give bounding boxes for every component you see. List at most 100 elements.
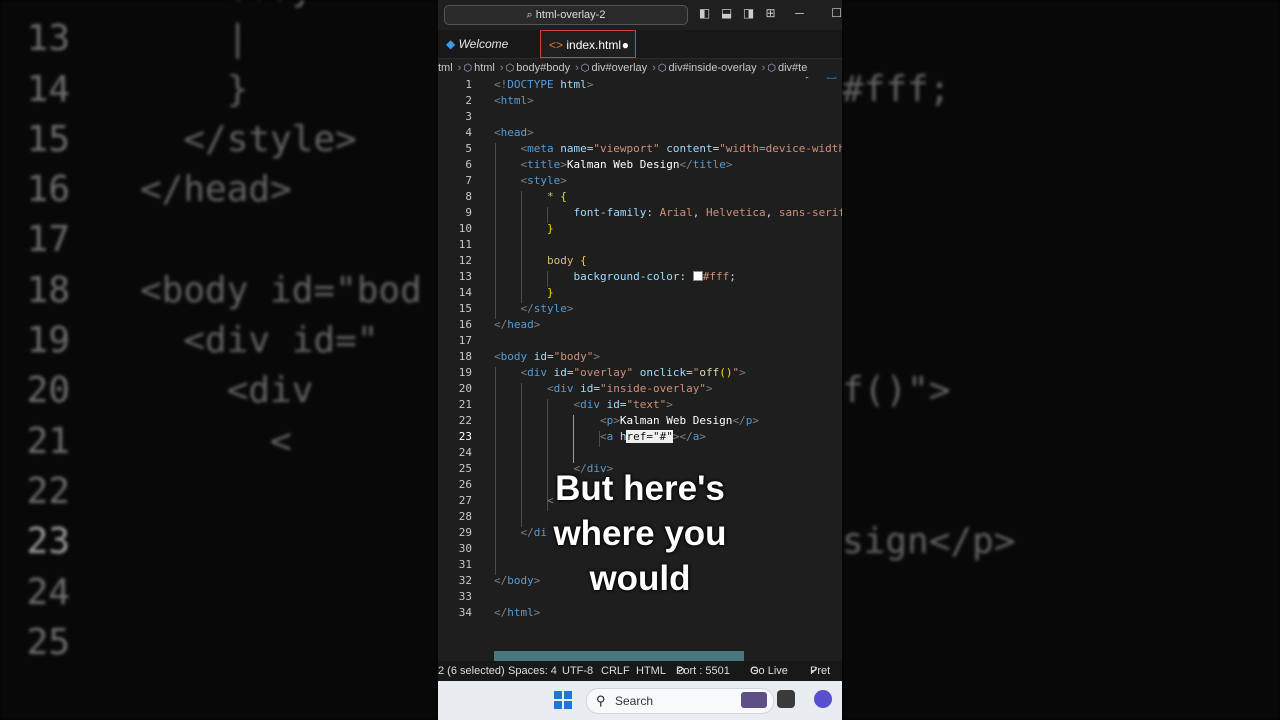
- code-text: </head>: [494, 318, 541, 331]
- status-golive[interactable]: ⊙ Go Live: [750, 661, 788, 681]
- chat-app-icon[interactable]: [814, 690, 832, 708]
- code-line[interactable]: 12 body {: [438, 253, 842, 269]
- line-number: 12: [458, 254, 472, 267]
- unsaved-dot-icon[interactable]: ●: [622, 31, 629, 59]
- code-line[interactable]: 2 <html>: [438, 93, 842, 109]
- code-line[interactable]: 34 </html>: [438, 605, 842, 621]
- background-code-line: [842, 467, 1015, 517]
- status-language[interactable]: HTML: [636, 661, 666, 681]
- windows-taskbar: ⚲ Search: [438, 681, 842, 720]
- line-number: 13: [458, 270, 472, 283]
- taskbar-search[interactable]: ⚲ Search: [586, 688, 774, 714]
- code-text: <p>Kalman Web Design</p>: [599, 414, 759, 427]
- code-text: <body id="body">: [494, 350, 600, 363]
- status-spaces[interactable]: Spaces: 4: [508, 661, 557, 681]
- code-line[interactable]: 16 </head>: [438, 317, 842, 333]
- code-line[interactable]: 4 <head>: [438, 125, 842, 141]
- breadcrumb-item[interactable]: div#te: [778, 62, 807, 74]
- status-eol[interactable]: CRLF: [601, 661, 630, 681]
- line-number: 1: [465, 78, 472, 91]
- line-number: 17: [458, 334, 472, 347]
- status-prettier[interactable]: ✓ Pret: [810, 661, 830, 681]
- line-number: 15: [458, 302, 472, 315]
- code-line[interactable]: 8 * {: [438, 189, 842, 205]
- search-icon: ⚲: [596, 693, 606, 708]
- breadcrumb-item[interactable]: body#body: [516, 62, 570, 74]
- background-code-line: 13 |: [0, 14, 422, 64]
- breadcrumb-item[interactable]: div#overlay: [592, 62, 648, 74]
- code-line[interactable]: 13 background-color: #fff;: [438, 269, 842, 285]
- background-code-text: f()">: [842, 370, 951, 412]
- status-port[interactable]: ⊘ Port : 5501: [676, 661, 730, 681]
- caption-line-1: But here's: [555, 469, 725, 508]
- code-line[interactable]: 9 font-family: Arial, Helvetica, sans-se…: [438, 205, 842, 221]
- editor-window: ⌕ html-overlay-2 ◧ ⬓ ◨ ⊞ ─ ☐ ◆ Welcome <…: [438, 0, 842, 720]
- code-line[interactable]: 17: [438, 333, 842, 349]
- code-text: * {: [546, 190, 567, 203]
- breadcrumb-separator-icon: ›: [457, 62, 462, 74]
- line-number: 5: [465, 142, 472, 155]
- customize-layout-icon[interactable]: ⊞: [764, 7, 777, 20]
- background-code-line: 18 <body id="bod: [0, 266, 422, 316]
- background-code-line: sign</p>: [842, 517, 1015, 567]
- indent-guide: [547, 271, 548, 287]
- code-line[interactable]: 11: [438, 237, 842, 253]
- background-line-number: 23: [26, 521, 70, 563]
- tab-welcome[interactable]: ◆ Welcome: [438, 30, 536, 58]
- background-code-right: #fff; f()"> sign</p>: [842, 0, 1280, 720]
- horizontal-scrollbar[interactable]: [494, 651, 744, 661]
- code-text: </style>: [520, 302, 574, 315]
- breadcrumb-item[interactable]: html: [474, 62, 495, 74]
- search-icon: ⌕: [526, 9, 536, 21]
- tab-index-html[interactable]: <> index.html ●: [540, 30, 636, 58]
- windows-start-icon[interactable]: [554, 691, 572, 709]
- task-view-icon[interactable]: [777, 690, 795, 708]
- code-text: <title>Kalman Web Design</title>: [520, 158, 733, 171]
- background-line-number: 22: [26, 470, 70, 512]
- code-line[interactable]: 15 </style>: [438, 301, 842, 317]
- code-line[interactable]: 10 }: [438, 221, 842, 237]
- background-line-number: 15: [26, 118, 70, 160]
- background-code-text: sign</p>: [842, 521, 1016, 563]
- line-number: 11: [458, 238, 472, 251]
- code-line[interactable]: 22 <p>Kalman Web Design</p>: [438, 413, 842, 429]
- background-code-text: </style>: [140, 118, 357, 160]
- status-selection[interactable]: 2 (6 selected): [438, 661, 505, 681]
- code-line[interactable]: 6 <title>Kalman Web Design</title>: [438, 157, 842, 173]
- toggle-panel-icon[interactable]: ⬓: [720, 7, 733, 20]
- breadcrumb-item[interactable]: tml: [438, 62, 453, 74]
- background-line-number: 17: [26, 219, 70, 261]
- code-line[interactable]: 14 }: [438, 285, 842, 301]
- code-text: <div id="overlay" onclick="off()">: [520, 366, 746, 379]
- background-code-line: 21 <: [0, 417, 422, 467]
- code-line[interactable]: 21 <div id="text">: [438, 397, 842, 413]
- background-code-text: body: [140, 0, 314, 9]
- line-number: 20: [458, 382, 472, 395]
- code-line[interactable]: 19 <div id="overlay" onclick="off()">: [438, 365, 842, 381]
- code-line[interactable]: 23 <a href="#"></a>: [438, 429, 842, 445]
- code-line[interactable]: 20 <div id="inside-overlay">: [438, 381, 842, 397]
- background-code-line: 25: [0, 618, 422, 668]
- tab-welcome-label: Welcome: [458, 37, 509, 51]
- background-code-text: <: [140, 420, 292, 462]
- code-line[interactable]: 5 <meta name="viewport" content="width=d…: [438, 141, 842, 157]
- code-line[interactable]: 24: [438, 445, 842, 461]
- command-center[interactable]: ⌕ html-overlay-2: [444, 5, 688, 25]
- background-code-line: [842, 618, 1015, 668]
- maximize-icon[interactable]: ☐: [830, 7, 842, 20]
- breadcrumb-item[interactable]: div#inside-overlay: [669, 62, 757, 74]
- vscode-icon: ◆: [446, 37, 459, 51]
- line-number: 8: [465, 190, 472, 203]
- line-number: 6: [465, 158, 472, 171]
- toggle-primary-sidebar-icon[interactable]: ◧: [698, 7, 711, 20]
- toggle-secondary-sidebar-icon[interactable]: ◨: [742, 7, 755, 20]
- status-encoding[interactable]: UTF-8: [562, 661, 593, 681]
- minimize-icon[interactable]: ─: [793, 7, 806, 20]
- code-line[interactable]: 3: [438, 109, 842, 125]
- search-highlight-icon: [741, 692, 767, 708]
- code-line[interactable]: 7 <style>: [438, 173, 842, 189]
- background-code-line: 14 }: [0, 65, 422, 115]
- background-code-line: 17: [0, 215, 422, 265]
- code-line[interactable]: 1 <!DOCTYPE html>: [438, 77, 842, 93]
- code-line[interactable]: 18 <body id="body">: [438, 349, 842, 365]
